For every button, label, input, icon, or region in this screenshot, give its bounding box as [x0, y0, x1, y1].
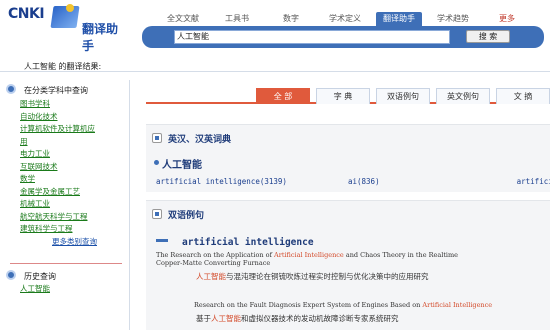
example-en: Research on the Fault Diagnosis Expert S… — [194, 301, 492, 309]
nav-tab-fulltext[interactable]: 全文文献 — [160, 12, 206, 26]
example-highlight: 人工智能 — [211, 314, 241, 323]
history-header: 历史查询 — [0, 268, 130, 282]
bilingual-icon — [152, 209, 162, 219]
dictionary-icon — [152, 133, 162, 143]
nav-tab-trends[interactable]: 学术趋势 — [430, 12, 476, 26]
category-title: 在分类学科中查询 — [24, 86, 88, 95]
dictionary-panel: 英汉、汉英词典 人工智能 artificial intelligence(313… — [146, 124, 550, 192]
category-section: 在分类学科中查询 — [0, 82, 130, 96]
bilingual-panel: 双语例句 artificial intelligence The Researc… — [146, 200, 550, 330]
example-highlight: Artificial Intelligence — [274, 251, 344, 259]
bullet-icon — [154, 160, 159, 165]
example-en-line2: Copper-Matte Converting Furnace — [156, 259, 271, 267]
example-text: 基于 — [196, 314, 211, 323]
translation-text: artificial intelligence — [156, 177, 260, 186]
example-en: The Research on the Application of Artif… — [156, 251, 458, 259]
category-link[interactable]: 航空航天科学与工程 — [20, 211, 120, 224]
result-tabs: 全 部 字 典 双语例句 英文例句 文 摘 — [146, 86, 550, 104]
translation-list: artificial intelligence(3139) ai(836) ar… — [156, 177, 550, 186]
category-link[interactable]: 用 — [20, 136, 120, 149]
example-text: 与混沌理论在铜锍吹炼过程实时控制与优化决策中的应用研究 — [226, 272, 429, 281]
nav-tab-more[interactable]: 更多 — [484, 12, 530, 26]
category-list: 图书学科 自动化技术 计算机软件及计算机应 用 电力工业 互联网技术 数学 金属… — [20, 98, 120, 248]
example-text: and Chaos Theory in the Realtime — [343, 251, 459, 259]
category-link[interactable]: 图书学科 — [20, 98, 120, 111]
dictionary-term: 人工智能 — [154, 156, 202, 171]
result-heading: 人工智能 的翻译结果: — [24, 62, 102, 71]
bilingual-title: 双语例句 — [168, 211, 205, 221]
tab-bilingual[interactable]: 双语例句 — [376, 88, 430, 104]
book-icon — [50, 6, 80, 28]
nav-tab-definitions[interactable]: 学术定义 — [322, 12, 368, 26]
logo-text: CNKI — [8, 6, 45, 22]
header: CNKI 翻译助手 全文文献 工具书 数字 学术定义 翻译助手 学术趋势 更多 … — [0, 0, 550, 60]
dictionary-title: 英汉、汉英词典 — [168, 135, 232, 145]
category-link[interactable]: 自动化技术 — [20, 111, 120, 124]
more-categories-link[interactable]: 更多类别查询 — [52, 236, 120, 248]
example-highlight: Artificial Intelligence — [422, 301, 493, 309]
category-link[interactable]: 建筑科学与工程 — [20, 223, 120, 236]
history-title: 历史查询 — [24, 272, 56, 281]
top-nav: 全文文献 工具书 数字 学术定义 翻译助手 学术趋势 更多 — [160, 12, 538, 26]
tab-all[interactable]: 全 部 — [256, 88, 310, 104]
example-text: The Research on the Application of — [156, 251, 275, 259]
search-button[interactable]: 搜 索 — [466, 30, 510, 43]
logo-subtitle: 翻译助手 — [82, 22, 119, 53]
translation-text: artificial — [516, 177, 550, 186]
nav-tab-reference[interactable]: 工具书 — [214, 12, 260, 26]
translation-count: (836) — [357, 177, 380, 186]
example-text: 和虚拟仪器技术的发动机故障诊断专家系统研究 — [241, 314, 399, 323]
bilingual-phrase: artificial intelligence — [182, 237, 314, 248]
result-bar: 人工智能 的翻译结果: — [0, 60, 550, 72]
translation-link[interactable]: artificial intelligence(3139) — [156, 177, 287, 186]
nav-tab-numbers[interactable]: 数字 — [268, 12, 314, 26]
category-link[interactable]: 计算机软件及计算机应 — [20, 123, 120, 136]
translation-count: (3139) — [259, 177, 287, 186]
sidebar-divider — [10, 263, 122, 264]
term-text: 人工智能 — [162, 160, 202, 171]
sidebar: 在分类学科中查询 图书学科 自动化技术 计算机软件及计算机应 用 电力工业 互联… — [0, 80, 130, 330]
example-zh: 人工智能与混沌理论在铜锍吹炼过程实时控制与优化决策中的应用研究 — [196, 271, 429, 282]
page: CNKI 翻译助手 全文文献 工具书 数字 学术定义 翻译助手 学术趋势 更多 … — [0, 0, 550, 330]
tab-dictionary[interactable]: 字 典 — [316, 88, 370, 104]
history-section: 历史查询 — [0, 268, 130, 282]
history-link[interactable]: 人工智能 — [20, 283, 120, 296]
category-link[interactable]: 数学 — [20, 173, 120, 186]
translation-link[interactable]: artificial — [517, 177, 550, 186]
collapse-icon[interactable] — [156, 239, 168, 242]
history-list: 人工智能 — [20, 283, 120, 296]
category-header: 在分类学科中查询 — [0, 82, 130, 96]
translation-link[interactable]: ai(836) — [348, 177, 380, 186]
category-icon — [6, 84, 16, 94]
category-link[interactable]: 互联网技术 — [20, 161, 120, 174]
history-icon — [6, 270, 16, 280]
logo-dot-icon — [66, 4, 74, 12]
search-input[interactable]: 人工智能 — [174, 30, 450, 44]
example-highlight: 人工智能 — [196, 272, 226, 281]
tab-abstracts[interactable]: 文 摘 — [496, 88, 550, 104]
translation-text: ai — [347, 177, 358, 186]
category-link[interactable]: 金属学及金属工艺 — [20, 186, 120, 199]
nav-tab-translation[interactable]: 翻译助手 — [376, 12, 422, 26]
tab-english-examples[interactable]: 英文例句 — [436, 88, 490, 104]
example-text: Research on the Fault Diagnosis Expert S… — [194, 301, 423, 309]
example-zh: 基于人工智能和虚拟仪器技术的发动机故障诊断专家系统研究 — [196, 313, 399, 324]
cnki-logo[interactable]: CNKI 翻译助手 — [8, 4, 128, 53]
category-link[interactable]: 电力工业 — [20, 148, 120, 161]
category-link[interactable]: 机械工业 — [20, 198, 120, 211]
